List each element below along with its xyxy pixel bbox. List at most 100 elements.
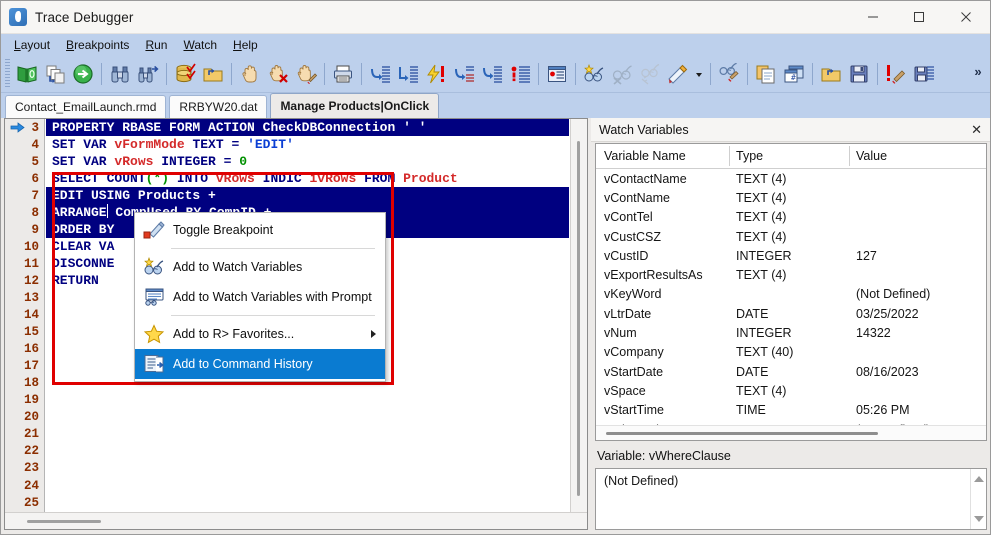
watch-detail-box[interactable]: (Not Defined) [595,468,987,530]
scroll-up-icon[interactable] [974,476,984,482]
code-editor[interactable]: 3456789101112131415161718192021222324252… [4,118,588,530]
context-menu-item-add-to-watch-variables[interactable]: Add to Watch Variables [135,252,385,282]
code-line[interactable] [46,494,569,511]
code-line[interactable]: SELECT COUNT(*) INTO vRows INDIC ivRows … [46,170,569,187]
table-row[interactable]: vLtrDate DATE 03/25/2022 [596,304,986,323]
glasses-add-icon[interactable] [580,59,608,89]
edit-pencil-icon[interactable] [664,59,692,89]
line-number[interactable]: 25 [5,494,44,511]
table-row[interactable]: vContTel TEXT (4) [596,208,986,227]
column-header-value[interactable]: Value [850,149,986,163]
table-row[interactable]: vStartTime TIME 05:26 PM [596,401,986,420]
column-header-type[interactable]: Type [730,146,850,166]
table-row[interactable]: vNum INTEGER 14322 [596,323,986,342]
dropdown-caret-icon[interactable] [692,59,706,89]
step-out-icon[interactable] [450,59,478,89]
database-check-icon[interactable] [171,59,199,89]
line-number[interactable]: 13 [5,289,44,306]
line-number[interactable]: 20 [5,409,44,426]
line-number[interactable]: 10 [5,238,44,255]
line-number[interactable]: 22 [5,443,44,460]
run-to-cursor-icon[interactable] [478,59,506,89]
tab-contact-emaillaunch[interactable]: Contact_EmailLaunch.rmd [5,95,167,118]
hand-delete-icon[interactable] [264,59,292,89]
open-book-icon[interactable] [13,59,41,89]
watch-variables-grid[interactable]: Variable Name Type Value vContactName TEX… [595,143,987,441]
code-line[interactable] [46,460,569,477]
close-icon[interactable]: ✕ [971,123,982,136]
table-row[interactable]: vCompany TEXT (40) [596,343,986,362]
watch-grid-hscroll-thumb[interactable] [606,432,878,435]
code-line[interactable] [46,426,569,443]
new-document-icon[interactable] [752,59,780,89]
binoculars-find-icon[interactable] [106,59,134,89]
column-header-variable-name[interactable]: Variable Name [596,146,730,166]
print-icon[interactable] [329,59,357,89]
step-over-icon[interactable] [394,59,422,89]
menu-breakpoints[interactable]: Breakpoints [59,36,136,54]
context-menu-item-add-to-r-favorites[interactable]: Add to R> Favorites... [135,319,385,349]
watch-grid-hscrollbar[interactable] [596,425,986,440]
folder-open-icon[interactable] [199,59,227,89]
lightning-break-icon[interactable] [422,59,450,89]
glasses-brush-icon[interactable] [715,59,743,89]
menu-watch[interactable]: Watch [176,36,224,54]
line-number[interactable]: 6 [5,170,44,187]
context-menu-item-toggle-breakpoint[interactable]: Toggle Breakpoint [135,215,385,245]
scroll-down-icon[interactable] [974,516,984,522]
window-tile-icon[interactable]: # [780,59,808,89]
code-line[interactable] [46,443,569,460]
line-number[interactable]: 7 [5,187,44,204]
watch-properties-icon[interactable] [543,59,571,89]
line-number[interactable]: 17 [5,358,44,375]
code-line[interactable]: PROPERTY RBASE FORM ACTION CheckDBConnec… [46,119,569,137]
minimize-button[interactable] [850,1,896,34]
code-line[interactable]: SET VAR vRows INTEGER = 0 [46,153,569,170]
line-number[interactable]: 4 [5,136,44,153]
tab-rrbyw20-dat[interactable]: RRBYW20.dat [169,95,268,118]
code-line[interactable]: EDIT USING Products + [46,187,569,205]
line-number[interactable]: 15 [5,324,44,341]
watch-detail-scrollbar[interactable] [970,469,986,529]
line-number[interactable]: 8 [5,204,44,221]
menu-layout[interactable]: Layout [7,36,57,54]
toolbar-overflow-button[interactable]: » [970,64,986,79]
editor-vertical-scrollbar[interactable] [570,119,587,512]
line-number[interactable]: 3 [5,119,44,136]
table-row[interactable]: vCustCSZ TEXT (4) [596,227,986,246]
folder-open-file-icon[interactable] [817,59,845,89]
line-number[interactable]: 19 [5,392,44,409]
table-row[interactable]: vExportResultsAs TEXT (4) [596,265,986,284]
table-row[interactable]: vContName TEXT (4) [596,188,986,207]
context-menu-item-add-to-watch-variables-with-prompt[interactable]: Add to Watch Variables with Prompt [135,282,385,312]
line-number[interactable]: 16 [5,341,44,358]
error-brush-icon[interactable] [882,59,910,89]
hand-icon[interactable] [236,59,264,89]
step-into-icon[interactable] [366,59,394,89]
copy-cascade-icon[interactable] [41,59,69,89]
line-number[interactable]: 12 [5,272,44,289]
tab-manage-products-onclick[interactable]: Manage Products|OnClick [270,93,440,118]
code-line[interactable]: SET VAR vFormMode TEXT = 'EDIT' [46,136,569,153]
breakpoint-list-icon[interactable] [506,59,534,89]
menu-help[interactable]: Help [226,36,265,54]
line-number[interactable]: 14 [5,307,44,324]
save-all-icon[interactable] [910,59,938,89]
line-number[interactable]: 18 [5,375,44,392]
toolbar-grip[interactable] [5,59,10,89]
line-number[interactable]: 23 [5,460,44,477]
menu-run[interactable]: Run [138,36,174,54]
line-number[interactable]: 9 [5,221,44,238]
line-number[interactable]: 5 [5,153,44,170]
table-row[interactable]: vContactName TEXT (4) [596,169,986,188]
code-line[interactable] [46,392,569,409]
line-number[interactable]: 21 [5,426,44,443]
line-number[interactable]: 24 [5,477,44,494]
hand-brush-icon[interactable] [292,59,320,89]
context-menu-item-add-to-command-history[interactable]: Add to Command History [135,349,385,379]
code-line[interactable] [46,477,569,494]
editor-vscroll-thumb[interactable] [577,141,580,496]
table-row[interactable]: vSpace TEXT (4) [596,381,986,400]
line-number[interactable]: 11 [5,255,44,272]
editor-horizontal-scrollbar[interactable] [5,512,587,529]
